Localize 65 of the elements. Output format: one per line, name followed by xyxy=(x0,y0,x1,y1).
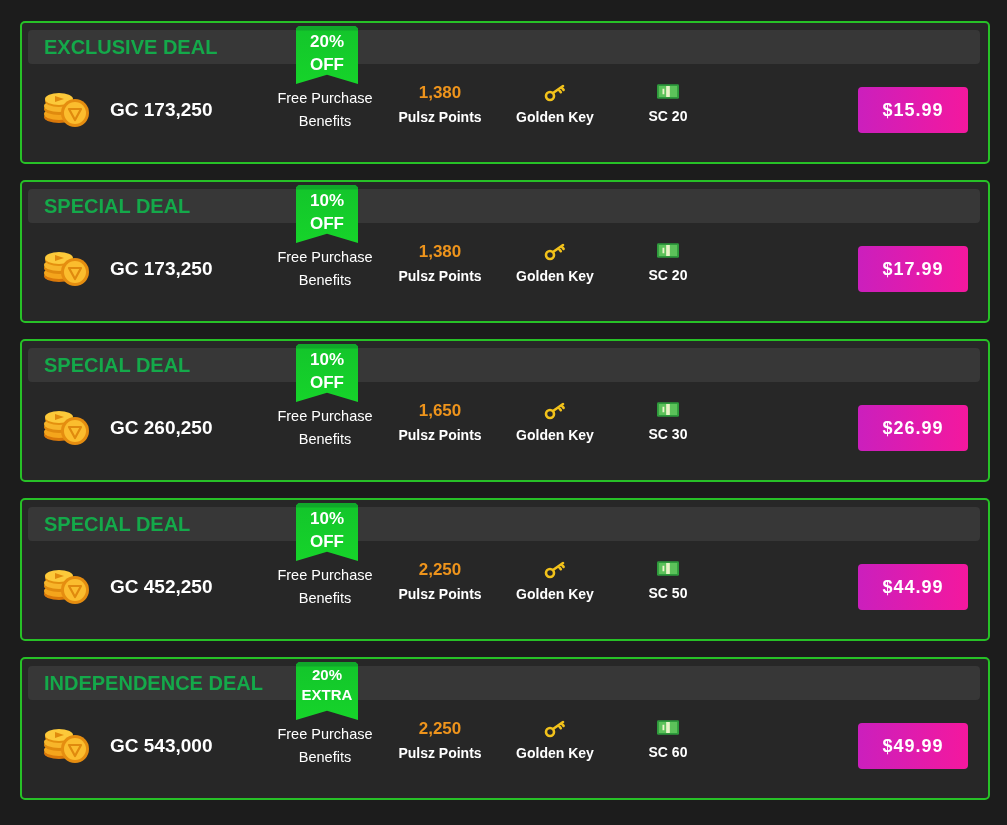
coin-stack-icon xyxy=(42,410,90,446)
banknote-icon xyxy=(657,402,679,417)
coin-stack-icon xyxy=(42,92,90,128)
coins-amount: GC 543,000 xyxy=(110,735,213,757)
points-label: Pulsz Points xyxy=(398,426,482,445)
deal-title: EXCLUSIVE DEAL xyxy=(44,35,218,59)
deal-title: SPECIAL DEAL xyxy=(44,353,191,377)
key-reward-label: Golden Key xyxy=(516,743,594,763)
points-amount: 2,250 xyxy=(418,719,462,739)
key-icon xyxy=(544,560,566,579)
price-button[interactable]: $44.99 xyxy=(858,564,968,610)
ribbon-percent: 10% xyxy=(310,349,344,371)
points-amount: 1,380 xyxy=(418,83,462,103)
ribbon-label: OFF xyxy=(310,531,344,553)
key-reward-label: Golden Key xyxy=(516,425,594,445)
deal-title: INDEPENDENCE DEAL xyxy=(44,671,263,695)
points-amount: 1,380 xyxy=(418,242,462,262)
ribbon-label: OFF xyxy=(310,54,344,76)
ribbon-percent: 10% xyxy=(310,508,344,530)
coin-stack-icon xyxy=(42,251,90,287)
ribbon-label: EXTRA xyxy=(301,685,353,705)
key-reward-label: Golden Key xyxy=(516,584,594,604)
banknote-icon xyxy=(657,561,679,576)
points-label: Pulsz Points xyxy=(398,267,482,286)
coins-amount: GC 452,250 xyxy=(110,576,213,598)
coin-stack-icon xyxy=(42,569,90,605)
key-icon xyxy=(544,242,566,261)
price-button[interactable]: $15.99 xyxy=(858,87,968,133)
key-icon xyxy=(544,83,566,102)
coins-amount: GC 260,250 xyxy=(110,417,213,439)
ribbon-label: OFF xyxy=(310,372,344,394)
banknote-icon xyxy=(657,84,679,99)
points-label: Pulsz Points xyxy=(398,585,482,604)
points-amount: 1,650 xyxy=(418,401,462,421)
key-icon xyxy=(544,719,566,738)
benefits-label: Free Purchase Benefits xyxy=(276,407,374,449)
deal-title: SPECIAL DEAL xyxy=(44,512,191,536)
key-icon xyxy=(544,401,566,420)
banknote-icon xyxy=(657,243,679,258)
points-label: Pulsz Points xyxy=(398,108,482,127)
ribbon-percent: 10% xyxy=(310,190,344,212)
price-button[interactable]: $17.99 xyxy=(858,246,968,292)
banknote-icon xyxy=(657,720,679,735)
deal-title: SPECIAL DEAL xyxy=(44,194,191,218)
benefits-label: Free Purchase Benefits xyxy=(276,725,374,767)
ribbon-percent: 20% xyxy=(310,31,344,53)
sweeps-coins-amount: SC 60 xyxy=(648,743,688,762)
benefits-label: Free Purchase Benefits xyxy=(276,566,374,608)
sweeps-coins-amount: SC 30 xyxy=(648,425,688,444)
key-reward-label: Golden Key xyxy=(516,266,594,286)
ribbon-percent: 20% xyxy=(312,665,342,685)
ribbon-label: OFF xyxy=(310,213,344,235)
points-label: Pulsz Points xyxy=(398,744,482,763)
points-amount: 2,250 xyxy=(418,560,462,580)
price-button[interactable]: $49.99 xyxy=(858,723,968,769)
coin-stack-icon xyxy=(42,728,90,764)
sweeps-coins-amount: SC 50 xyxy=(648,584,688,603)
key-reward-label: Golden Key xyxy=(516,107,594,127)
sweeps-coins-amount: SC 20 xyxy=(648,107,688,126)
coins-amount: GC 173,250 xyxy=(110,258,213,280)
price-button[interactable]: $26.99 xyxy=(858,405,968,451)
benefits-label: Free Purchase Benefits xyxy=(276,89,374,131)
sweeps-coins-amount: SC 20 xyxy=(648,266,688,285)
coins-amount: GC 173,250 xyxy=(110,99,213,121)
benefits-label: Free Purchase Benefits xyxy=(276,248,374,290)
